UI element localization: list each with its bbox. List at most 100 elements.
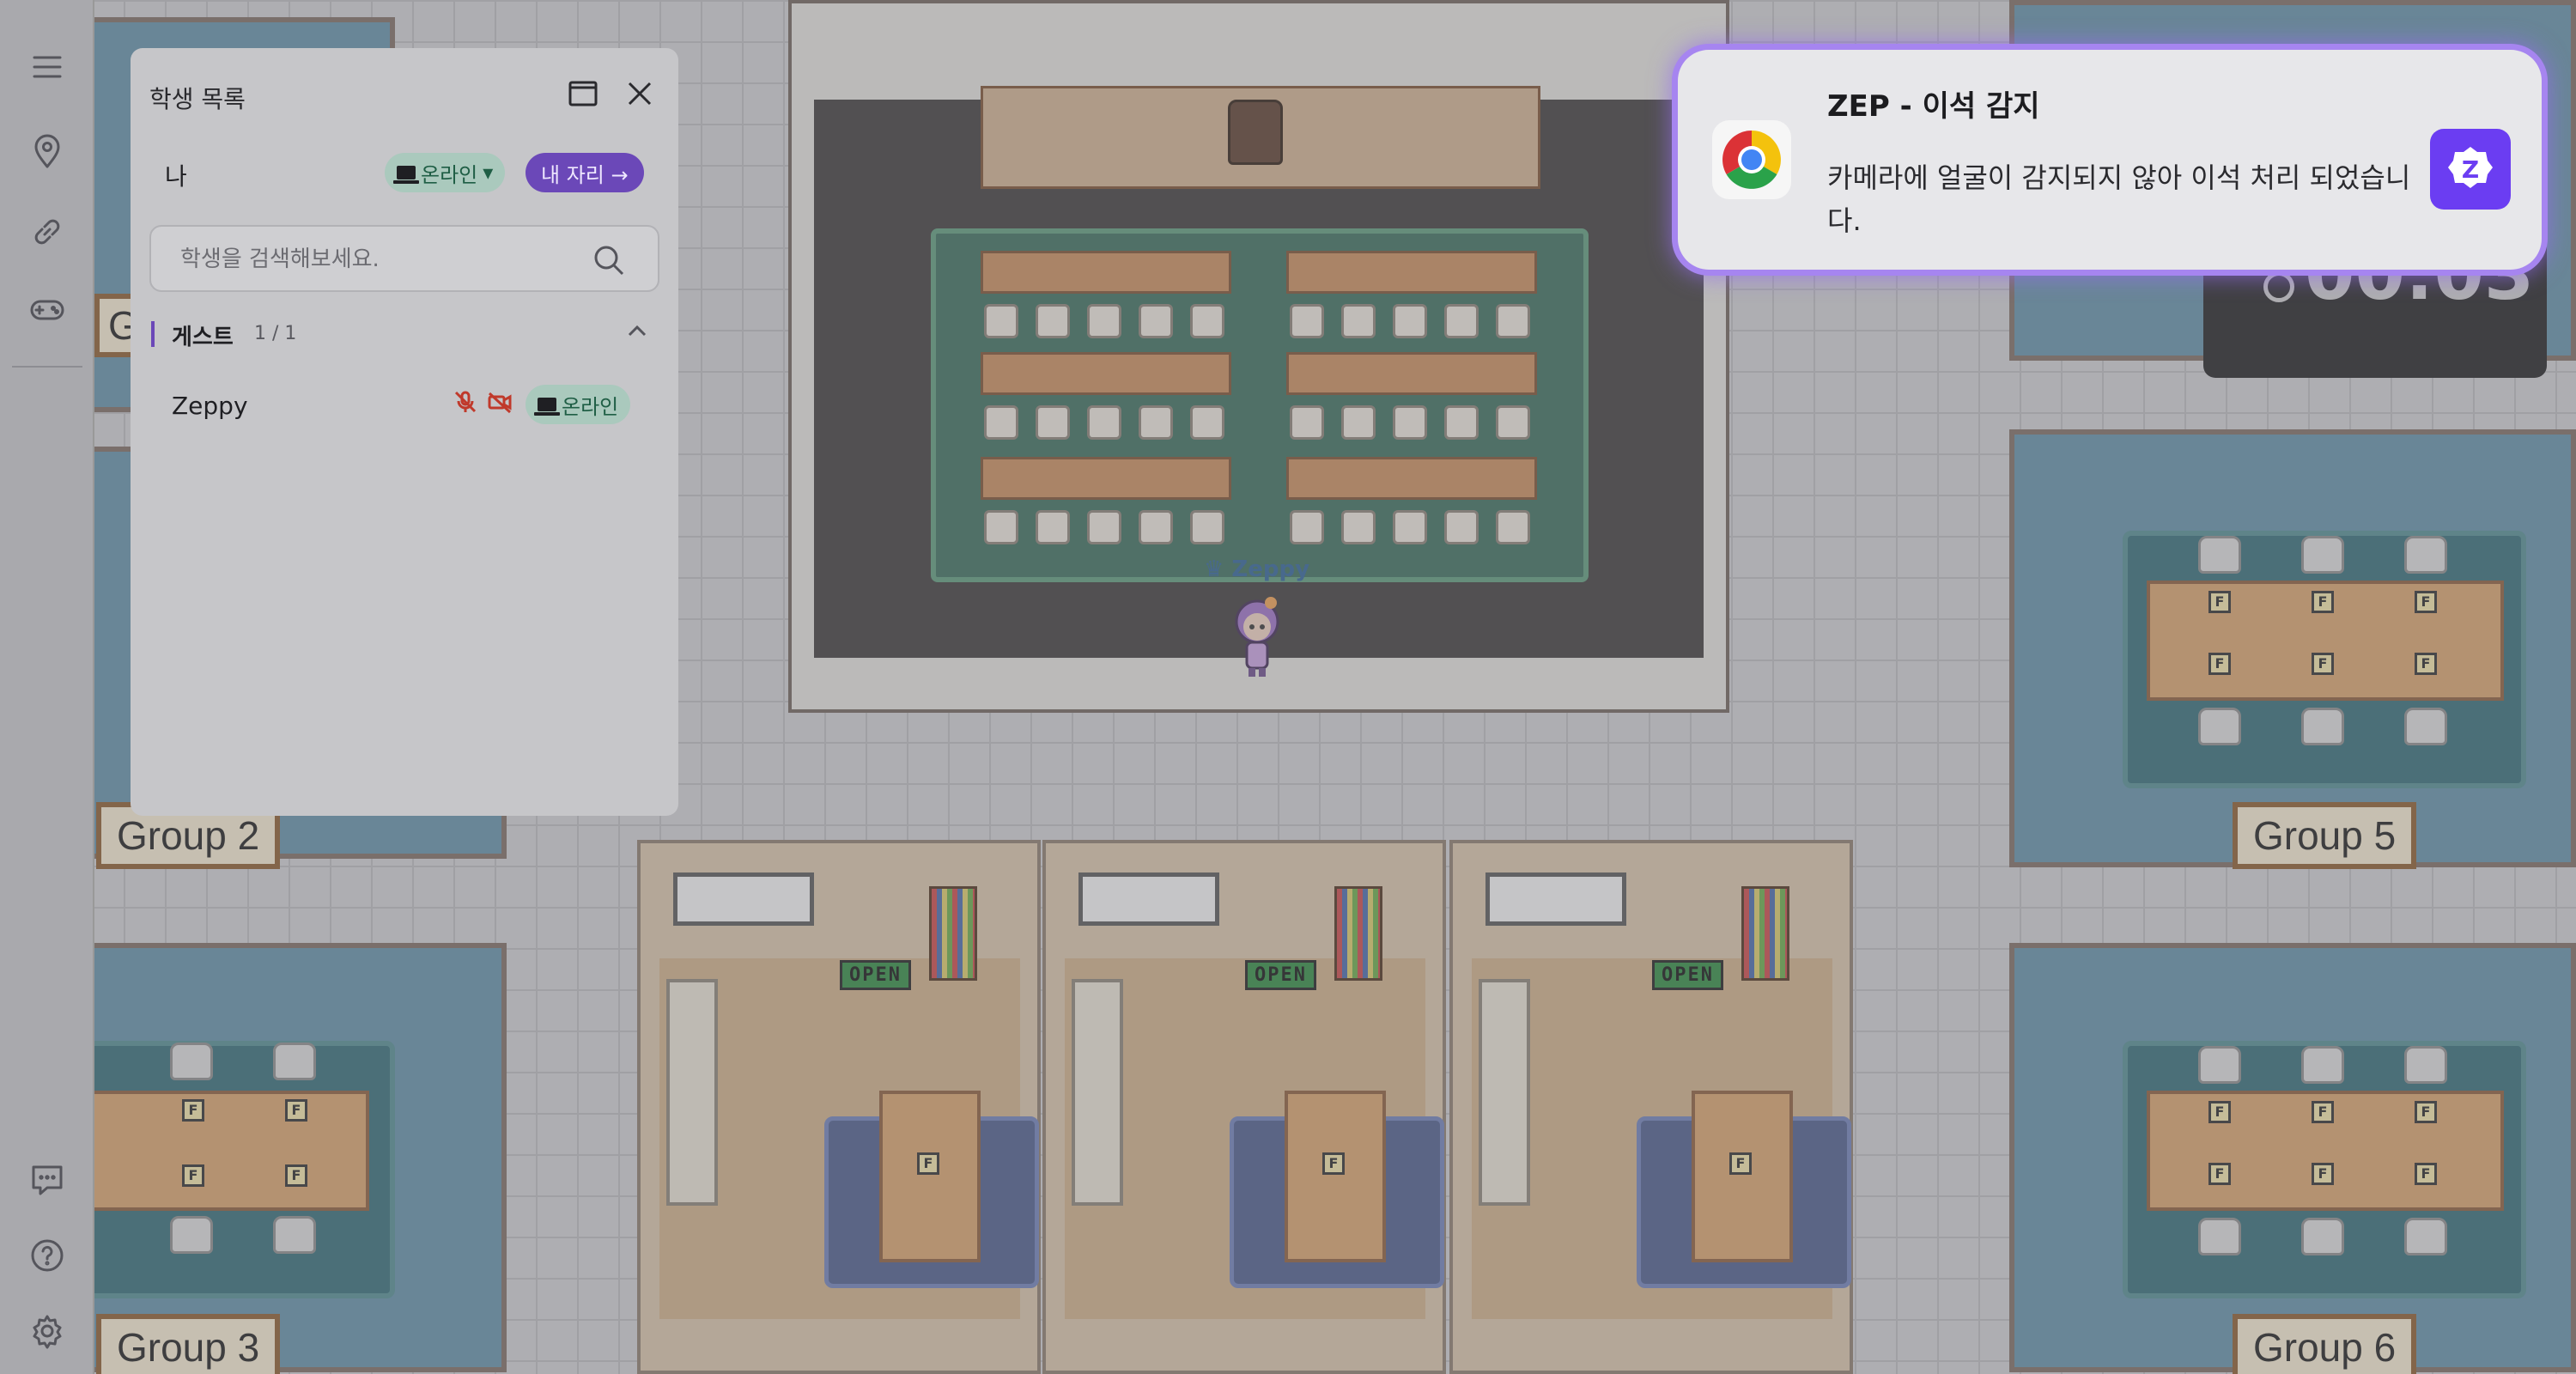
my-seat-button[interactable]: 내 자리 → <box>526 153 644 192</box>
chair <box>2301 536 2344 574</box>
desk-sign: F <box>2208 1101 2231 1123</box>
guest-section-collapse-button[interactable] <box>622 316 653 347</box>
player-avatar[interactable] <box>1230 593 1285 678</box>
desk-sign: F <box>2312 653 2334 675</box>
menu-icon <box>33 56 62 78</box>
desk-sign: F <box>2415 653 2437 675</box>
menu-button[interactable] <box>23 43 71 91</box>
chevron-up-icon <box>628 325 647 337</box>
chair <box>2404 536 2447 574</box>
stool <box>1290 510 1324 544</box>
classroom-desk <box>1286 457 1537 500</box>
mic-off-icon <box>452 388 479 416</box>
desk-sign: F <box>285 1164 307 1187</box>
desk-sign: F <box>1729 1152 1752 1175</box>
student-search-input[interactable] <box>180 244 575 275</box>
classroom-desk <box>981 251 1231 294</box>
office-whiteboard <box>673 872 814 926</box>
my-label: 나 <box>165 162 187 191</box>
student-status-badge: 온라인 <box>526 385 631 424</box>
office-table <box>879 1091 981 1262</box>
game-button[interactable] <box>23 285 71 333</box>
section-accent-bar <box>151 321 155 347</box>
stool <box>1290 304 1324 338</box>
stool <box>1496 405 1530 440</box>
search-button[interactable] <box>591 242 627 278</box>
stool <box>1036 510 1070 544</box>
zep-icon: Z <box>2430 129 2511 210</box>
stool <box>1087 510 1121 544</box>
gamepad-icon <box>30 300 64 320</box>
classroom-desk <box>1286 251 1537 294</box>
link-icon <box>34 219 60 245</box>
chair <box>2404 708 2447 745</box>
stool <box>1393 510 1427 544</box>
office-sofa <box>1072 979 1123 1206</box>
chair <box>170 1043 213 1080</box>
stool <box>1036 304 1070 338</box>
stool <box>1139 304 1173 338</box>
stool <box>984 304 1018 338</box>
desk-sign: F <box>2312 591 2334 613</box>
office-whiteboard <box>1078 872 1219 926</box>
stool <box>1190 510 1224 544</box>
help-icon <box>31 1239 64 1272</box>
stool <box>1139 405 1173 440</box>
caret-down-icon: ▾ <box>483 161 494 185</box>
record-icon <box>2263 271 2294 302</box>
guest-section-count: 1 / 1 <box>254 323 297 344</box>
notification-message: 카메라에 얼굴이 감지되지 않아 이석 처리 되었습니다. <box>1827 161 2411 237</box>
sidebar-divider <box>12 366 82 368</box>
chat-button[interactable] <box>23 1156 71 1204</box>
office-sofa <box>666 979 718 1206</box>
classroom-desk <box>1286 352 1537 395</box>
location-button[interactable] <box>23 127 71 175</box>
group-label-6: Group 6 <box>2233 1314 2417 1374</box>
chair <box>2301 708 2344 745</box>
desk-sign: F <box>2415 1101 2437 1123</box>
stool <box>984 510 1018 544</box>
stool <box>984 405 1018 440</box>
open-sign: OPEN <box>840 960 911 990</box>
help-button[interactable] <box>23 1231 71 1280</box>
podium-chair <box>1228 100 1283 165</box>
location-pin-icon <box>34 134 60 168</box>
stool <box>1190 304 1224 338</box>
stool <box>1393 405 1427 440</box>
desk-away-notification[interactable]: ZEP - 이석 감지 카메라에 얼굴이 감지되지 않아 이석 처리 되었습니다… <box>1678 50 2542 270</box>
svg-text:Z: Z <box>2462 155 2479 184</box>
open-sign: OPEN <box>1245 960 1316 990</box>
stool <box>1496 510 1530 544</box>
stool <box>1393 304 1427 338</box>
camera-off-icon <box>486 388 513 416</box>
avatar-name-tag: ♛ Zeppy <box>1204 556 1310 582</box>
stool <box>1341 304 1376 338</box>
student-search-box[interactable] <box>149 225 659 292</box>
office-bookshelf <box>1334 886 1382 981</box>
desk-sign: F <box>1322 1152 1345 1175</box>
desk-sign: F <box>2312 1101 2334 1123</box>
chair <box>2198 1218 2241 1255</box>
avatar-name: Zeppy <box>1231 556 1310 582</box>
desk-sign: F <box>2208 653 2231 675</box>
desk-sign: F <box>917 1152 939 1175</box>
my-status-dropdown[interactable]: 온라인 ▾ <box>385 153 506 192</box>
my-status-text: 온라인 <box>421 162 478 187</box>
settings-button[interactable] <box>23 1307 71 1355</box>
stool <box>1444 510 1479 544</box>
search-icon <box>594 246 624 276</box>
link-button[interactable] <box>23 208 71 256</box>
desk-sign: F <box>182 1099 204 1122</box>
student-list-panel: 학생 목록 나 온라인 ▾ 내 자리 → 게스트 1 / 1 Zeppy 온라인 <box>131 48 678 816</box>
office-bookshelf <box>1741 886 1789 981</box>
maximize-button[interactable] <box>563 74 603 113</box>
chair <box>273 1216 316 1254</box>
desk-sign: F <box>285 1099 307 1122</box>
close-panel-button[interactable] <box>620 74 659 113</box>
group-table-3 <box>77 1091 369 1211</box>
chat-icon <box>32 1165 63 1195</box>
classroom-desk <box>981 457 1231 500</box>
chair <box>2198 1046 2241 1084</box>
office-table <box>1692 1091 1793 1262</box>
stool <box>1036 405 1070 440</box>
